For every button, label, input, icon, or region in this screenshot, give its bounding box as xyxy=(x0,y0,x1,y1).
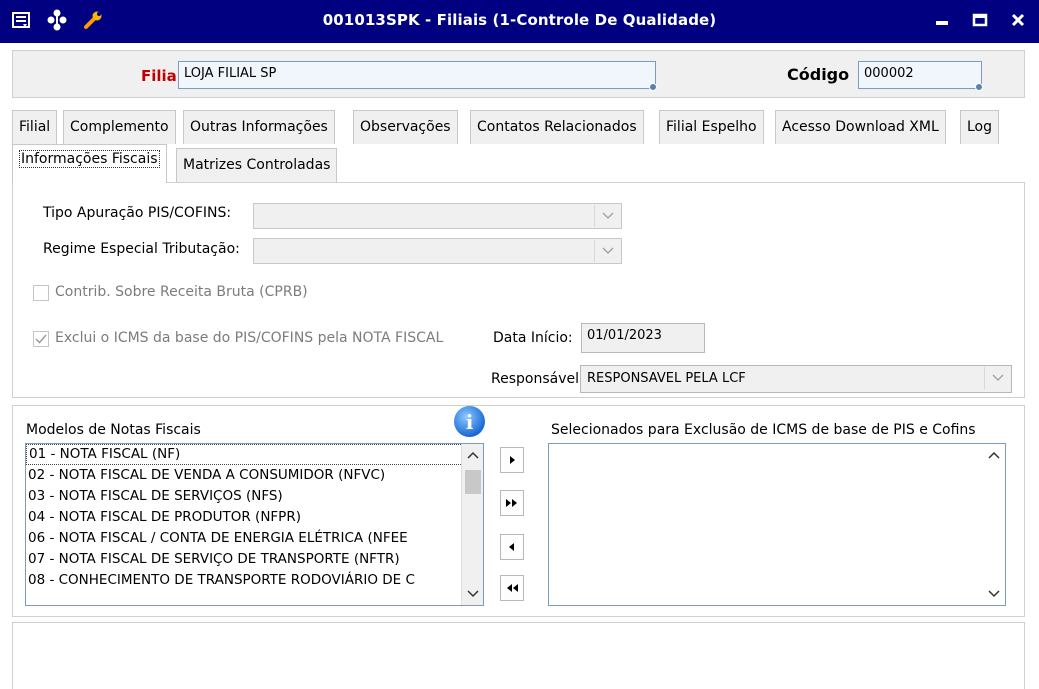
models-left-title: Modelos de Notas Fiscais xyxy=(26,422,201,438)
codigo-field[interactable]: 000002 xyxy=(858,61,983,91)
cprb-label: Contrib. Sobre Receita Bruta (CPRB) xyxy=(55,284,308,300)
remove-selected-button[interactable] xyxy=(500,534,524,560)
list-item[interactable]: 04 - NOTA FISCAL DE PRODUTOR (NFPR) xyxy=(26,507,483,528)
header-panel: Filial LOJA FILIAL SP Código 000002 xyxy=(12,50,1025,98)
data-inicio-label: Data Início: xyxy=(493,330,573,346)
scroll-up-icon[interactable] xyxy=(983,444,1005,466)
codigo-label: Código xyxy=(787,65,850,84)
scroll-down-icon[interactable] xyxy=(462,583,483,605)
tab-filial[interactable]: Filial xyxy=(12,110,58,144)
exclui-icms-checkbox[interactable] xyxy=(33,331,49,347)
selected-scrollbar[interactable] xyxy=(983,444,1005,605)
tab-matrizes-controladas[interactable]: Matrizes Controladas xyxy=(176,148,338,182)
models-listbox[interactable]: 01 - NOTA FISCAL (NF) 02 - NOTA FISCAL D… xyxy=(25,443,484,606)
responsavel-value: RESPONSAVEL PELA LCF xyxy=(587,371,746,386)
data-inicio-field[interactable]: 01/01/2023 xyxy=(581,323,705,353)
add-all-button[interactable] xyxy=(500,490,524,516)
codigo-value: 000002 xyxy=(864,66,914,81)
tab-log[interactable]: Log xyxy=(960,110,1000,144)
responsavel-select[interactable]: RESPONSAVEL PELA LCF xyxy=(580,365,1012,393)
chevron-down-icon[interactable] xyxy=(594,240,620,262)
exclui-icms-label: Exclui o ICMS da base do PIS/COFINS pela… xyxy=(55,330,444,346)
double-arrow-right-icon xyxy=(506,499,517,507)
double-arrow-left-icon xyxy=(507,584,518,592)
lookup-icon[interactable] xyxy=(649,83,657,91)
fiscal-panel: Tipo Apuração PIS/COFINS: Regime Especia… xyxy=(12,182,1025,398)
check-icon xyxy=(35,334,47,344)
models-right-title: Selecionados para Exclusão de ICMS de ba… xyxy=(551,422,976,438)
tipo-apuracao-select[interactable] xyxy=(253,203,622,229)
list-item[interactable]: 06 - NOTA FISCAL / CONTA DE ENERGIA ELÉT… xyxy=(26,528,483,549)
list-item[interactable]: 08 - CONHECIMENTO DE TRANSPORTE RODOVIÁR… xyxy=(26,570,483,591)
responsavel-label: Responsável: xyxy=(491,371,584,387)
tab-informacoes-fiscais[interactable]: Informações Fiscais xyxy=(12,144,167,183)
arrow-right-icon xyxy=(510,456,515,464)
maximize-icon[interactable] xyxy=(969,9,991,31)
models-scrollbar[interactable] xyxy=(461,444,483,605)
list-item[interactable]: 01 - NOTA FISCAL (NF) xyxy=(26,444,483,465)
selected-listbox[interactable] xyxy=(548,443,1006,606)
chevron-down-icon[interactable] xyxy=(984,367,1010,389)
close-icon[interactable] xyxy=(1007,9,1029,31)
list-item[interactable]: 02 - NOTA FISCAL DE VENDA A CONSUMIDOR (… xyxy=(26,465,483,486)
add-selected-button[interactable] xyxy=(500,447,524,473)
chevron-down-icon[interactable] xyxy=(594,205,620,227)
cprb-checkbox[interactable] xyxy=(33,285,49,301)
tab-complemento[interactable]: Complemento xyxy=(63,110,176,144)
window-title: 001013SPK - Filiais (1-Controle De Quali… xyxy=(322,11,717,29)
tab-observacoes[interactable]: Observações xyxy=(353,110,458,144)
tab-filial-espelho[interactable]: Filial Espelho xyxy=(659,110,764,144)
remove-all-button[interactable] xyxy=(500,575,524,601)
list-item[interactable]: 07 - NOTA FISCAL DE SERVIÇO DE TRANSPORT… xyxy=(26,549,483,570)
minimize-icon[interactable] xyxy=(931,9,953,31)
regime-select[interactable] xyxy=(253,238,622,264)
tab-outras-informacoes[interactable]: Outras Informações xyxy=(183,110,335,144)
filial-field[interactable]: LOJA FILIAL SP xyxy=(178,61,657,91)
info-icon[interactable]: i xyxy=(454,406,485,437)
tab-acesso-download-xml[interactable]: Acesso Download XML xyxy=(775,110,946,144)
tab-contatos-relacionados[interactable]: Contatos Relacionados xyxy=(470,110,644,144)
scroll-down-icon[interactable] xyxy=(983,583,1005,605)
title-bar: 001013SPK - Filiais (1-Controle De Quali… xyxy=(0,0,1039,43)
list-item[interactable]: 03 - NOTA FISCAL DE SERVIÇOS (NFS) xyxy=(26,486,483,507)
scroll-thumb[interactable] xyxy=(465,470,481,494)
tipo-apuracao-label: Tipo Apuração PIS/COFINS: xyxy=(43,205,232,221)
arrow-left-icon xyxy=(509,543,514,551)
filial-value: LOJA FILIAL SP xyxy=(184,66,277,81)
filial-label: Filial xyxy=(141,67,182,85)
scroll-up-icon[interactable] xyxy=(462,444,483,466)
footer-area xyxy=(12,622,1025,689)
lookup-icon[interactable] xyxy=(975,83,983,91)
regime-label: Regime Especial Tributação: xyxy=(43,241,240,257)
